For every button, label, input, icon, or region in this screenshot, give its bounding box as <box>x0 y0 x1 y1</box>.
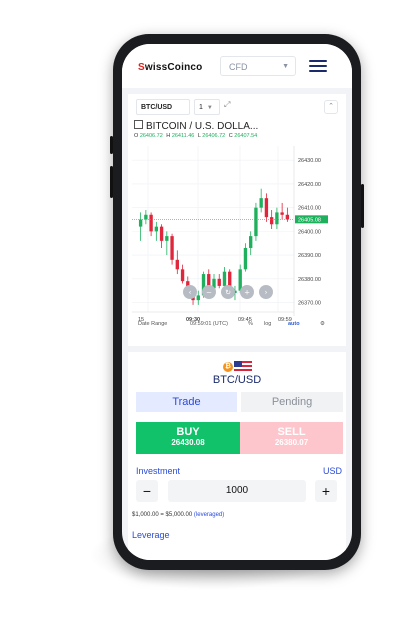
candle-body <box>280 212 284 215</box>
investment-amount-input[interactable]: 1000 <box>168 480 306 502</box>
candle-body <box>275 212 279 225</box>
candle-body <box>180 269 185 282</box>
phone-side-button-left <box>110 136 113 154</box>
brand-logo-letter: S <box>138 62 145 73</box>
sell-price: 26380.07 <box>274 438 309 447</box>
legend-toggle-icon[interactable] <box>134 120 143 129</box>
account-type-select[interactable]: CFD ▼ <box>220 56 296 76</box>
candle-body <box>269 217 274 225</box>
log-toggle[interactable]: log <box>264 321 271 327</box>
candle-body <box>217 278 221 286</box>
gear-icon[interactable]: ⚙ <box>320 321 325 327</box>
us-flag-icon <box>234 361 252 373</box>
candle-body <box>264 198 269 218</box>
candle-body <box>144 214 148 220</box>
interval-value: 1 <box>199 104 203 111</box>
pair-label: BTC/USD <box>212 374 262 386</box>
chart-bottom-toolbar: Date Range 09:59:01 (UTC) % log auto ⚙ <box>128 318 346 332</box>
chevron-down-icon: ▼ <box>206 105 213 111</box>
auto-toggle[interactable]: auto <box>288 321 300 327</box>
close-label: C <box>228 133 233 139</box>
y-tick-label: 26420.00 <box>298 182 321 188</box>
reset-icon-glyph: ↻ <box>225 289 231 297</box>
tab-pending[interactable]: Pending <box>241 392 343 412</box>
candle-body <box>254 207 258 237</box>
y-tick-label: 26430.00 <box>298 158 321 164</box>
high-label: H <box>166 133 171 139</box>
candle-body <box>259 198 263 208</box>
collapse-icon[interactable]: ⌃ <box>324 100 338 114</box>
chevron-down-icon: ▼ <box>282 63 289 70</box>
phone-side-button-left-2 <box>110 166 113 198</box>
leverage-text: $1,000.00 = $5,000.00 <box>132 512 193 518</box>
candle-body <box>196 295 200 301</box>
leverage-summary: $1,000.00 = $5,000.00 (leveraged) <box>132 512 224 518</box>
candle-body <box>149 214 153 232</box>
time-readout: 09:59:01 (UTC) <box>190 321 228 327</box>
candle-body <box>243 247 248 270</box>
chart-widget: BTC/USD 1 ▼ ⤢ ⌃ BITCOIN / U.S. DOLLA... O… <box>128 94 346 346</box>
low-label: L <box>197 133 201 139</box>
fullscreen-icon[interactable]: ⤢ <box>224 100 230 110</box>
currency-label: USD <box>322 466 342 476</box>
investment-label: Investment <box>136 466 181 476</box>
candle-body <box>222 271 227 286</box>
candle-body <box>249 236 253 248</box>
phone-side-button-right <box>361 184 364 228</box>
chart-title-text: BITCOIN / U.S. DOLLA... <box>146 121 259 132</box>
y-tick-label: 26390.00 <box>298 253 321 259</box>
close-value: 26407.54 <box>234 133 258 139</box>
open-value: 26406.72 <box>139 133 163 139</box>
percent-toggle[interactable]: % <box>248 321 253 327</box>
increment-button[interactable]: + <box>315 480 337 502</box>
scroll-right-icon-glyph: › <box>265 289 268 297</box>
candle-body <box>159 226 164 241</box>
phone-frame: SwissCoinco CFD ▼ BTC/USD 1 ▼ ⤢ ⌃ BITCOIN… <box>110 34 364 570</box>
leverage-note: (leveraged) <box>193 512 225 518</box>
buy-button[interactable]: BUY 26430.08 <box>136 422 240 454</box>
y-tick-label: 26370.00 <box>298 301 321 307</box>
trade-panel: ₿ BTC/USD Trade Pending BUY 26430.08 SEL… <box>128 352 346 560</box>
ohlc-readout: O 26406.72 H 26411.46 L 26406.72 C 26407… <box>134 133 259 139</box>
candle-body <box>165 236 169 241</box>
phone-screen: SwissCoinco CFD ▼ BTC/USD 1 ▼ ⤢ ⌃ BITCOIN… <box>122 44 352 560</box>
symbol-value: BTC/USD <box>141 104 173 111</box>
candle-body <box>238 269 242 291</box>
decrement-button[interactable]: − <box>136 480 158 502</box>
sell-button[interactable]: SELL 26380.07 <box>240 422 343 454</box>
scroll-left-icon-glyph: ‹ <box>189 289 192 297</box>
zoom-out-icon-glyph: − <box>206 289 212 297</box>
y-tick-label: 26410.00 <box>298 206 321 212</box>
leverage-label: Leverage <box>132 530 170 540</box>
interval-select[interactable]: 1 ▼ <box>194 99 220 115</box>
symbol-select[interactable]: BTC/USD <box>136 99 190 115</box>
current-price-value: 26405.08 <box>298 217 321 223</box>
y-tick-label: 26380.00 <box>298 277 321 283</box>
sell-label: SELL <box>277 426 306 438</box>
tab-trade[interactable]: Trade <box>136 392 237 412</box>
buy-label: BUY <box>176 426 200 438</box>
chart-title: BITCOIN / U.S. DOLLA... <box>134 120 258 132</box>
candle-body <box>154 226 159 232</box>
candle-body <box>285 214 290 220</box>
zoom-in-icon-glyph: + <box>244 289 250 297</box>
candle-body <box>175 259 179 270</box>
low-value: 26406.72 <box>202 133 226 139</box>
high-value: 26411.46 <box>171 133 195 139</box>
buy-price: 26430.08 <box>171 438 205 447</box>
bitcoin-icon: ₿ <box>223 362 233 372</box>
y-tick-label: 26400.00 <box>298 229 321 235</box>
candlestick-chart[interactable]: 26430.00 26420.00 26410.00 26400.00 26390.00… <box>128 142 346 332</box>
brand-logo-text: wissCoinco <box>144 62 203 73</box>
hamburger-icon[interactable] <box>309 60 327 72</box>
app-header: SwissCoinco CFD ▼ <box>122 44 352 88</box>
brand-logo[interactable]: SwissCoinco <box>138 62 202 73</box>
candle-body <box>170 236 174 260</box>
candle-body <box>138 219 143 227</box>
date-range-button[interactable]: Date Range <box>138 321 167 327</box>
account-type-value: CFD <box>229 62 248 72</box>
open-label: O <box>134 133 139 139</box>
